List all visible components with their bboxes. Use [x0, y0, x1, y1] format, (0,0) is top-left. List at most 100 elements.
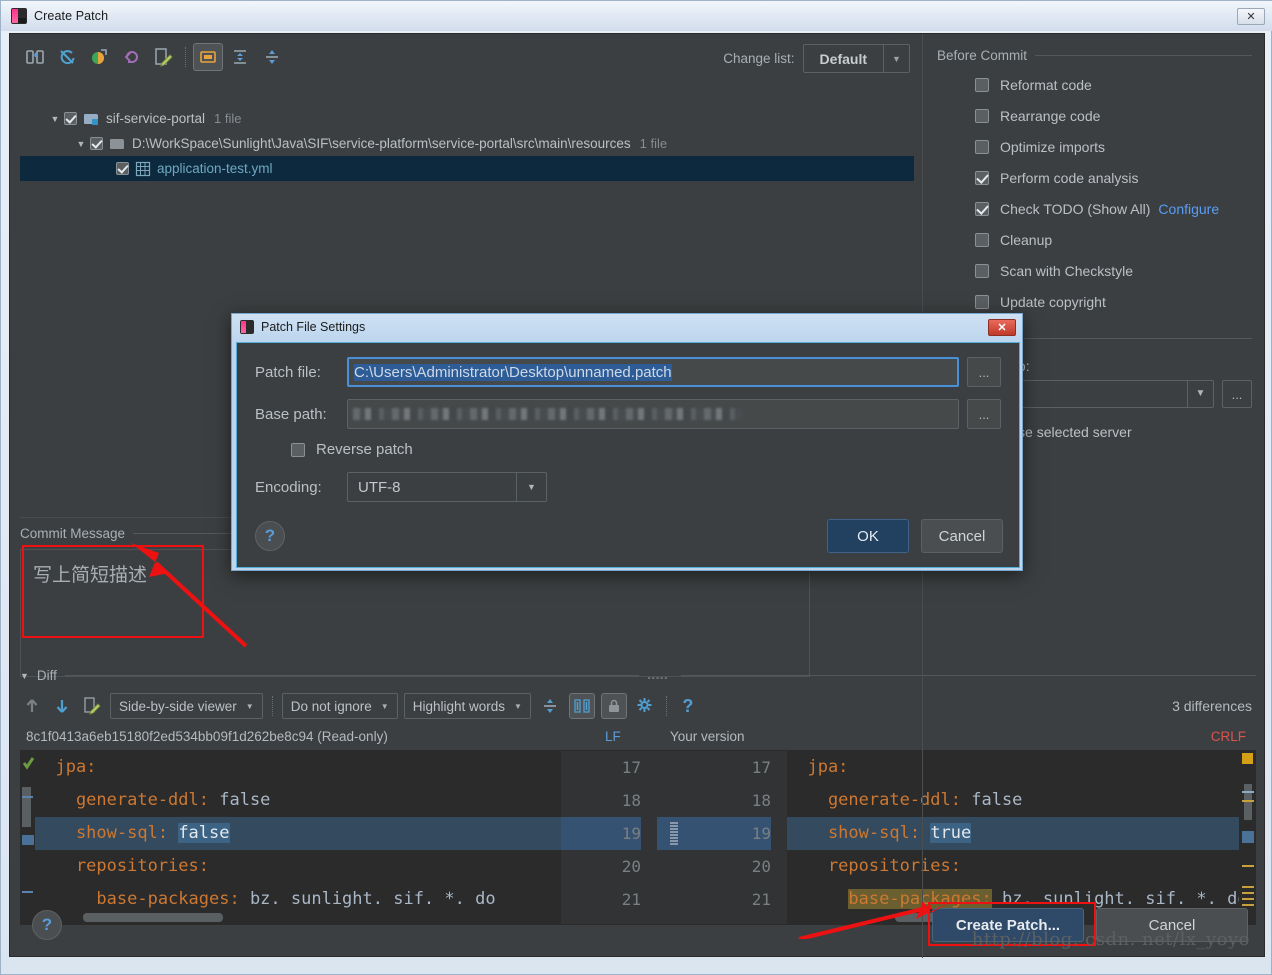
- revert-icon[interactable]: [84, 43, 114, 71]
- settings-gear-icon[interactable]: [633, 694, 657, 718]
- checkbox[interactable]: [975, 139, 989, 154]
- resize-grip[interactable]: ▪▪▪▪▪: [647, 673, 673, 679]
- help-question-icon[interactable]: ?: [676, 694, 700, 718]
- checkbox[interactable]: [975, 201, 989, 216]
- checkbox-label: Rearrange code: [1000, 107, 1101, 124]
- checkbox[interactable]: [975, 232, 989, 247]
- patch-file-value: C:\Users\Administrator\Desktop\unnamed.p…: [354, 363, 672, 381]
- show-diff-icon[interactable]: [20, 43, 50, 71]
- chevron-down-icon[interactable]: ▼: [381, 702, 389, 711]
- chevron-down-icon[interactable]: ▼: [246, 702, 254, 711]
- checkbox[interactable]: [975, 263, 989, 278]
- next-difference-icon[interactable]: [50, 694, 74, 718]
- chevron-down-icon[interactable]: ▼: [514, 702, 522, 711]
- watermark: http://blog. csdn. net/lx_yoyo: [971, 929, 1250, 950]
- highlight-mode-value: Highlight words: [412, 698, 505, 714]
- checkbox-label: Scan with Checkstyle: [1000, 262, 1134, 279]
- tree-row[interactable]: ▼ D:\WorkSpace\Sunlight\Java\SIF\service…: [20, 131, 914, 156]
- browse-server-button[interactable]: ...: [1222, 380, 1252, 408]
- window-title: Create Patch: [34, 9, 109, 23]
- checkbox-cleanup[interactable]: Cleanup: [937, 224, 1252, 255]
- tree-checkbox[interactable]: [116, 162, 129, 175]
- browse-patch-file-button[interactable]: ...: [967, 357, 1001, 387]
- refresh-icon[interactable]: [52, 43, 82, 71]
- chevron-down-icon[interactable]: ▼: [20, 671, 29, 681]
- checkbox-reformat-code[interactable]: Reformat code: [937, 69, 1252, 100]
- chevron-down-icon[interactable]: ▼: [72, 139, 90, 149]
- edit-source-icon[interactable]: [80, 694, 104, 718]
- chevron-down-icon[interactable]: ▼: [883, 45, 909, 72]
- previous-difference-icon[interactable]: [20, 694, 44, 718]
- close-icon[interactable]: ✕: [1237, 8, 1265, 25]
- tree-checkbox[interactable]: [90, 137, 103, 150]
- tree-row[interactable]: application-test.yml: [20, 156, 914, 181]
- modal-body: Patch file: C:\Users\Administrator\Deskt…: [236, 342, 1020, 568]
- base-path-input[interactable]: [347, 399, 959, 429]
- help-question-icon[interactable]: ?: [255, 521, 285, 551]
- left-code-pane[interactable]: jpa: generate-ddl: false show-sql: false…: [35, 751, 561, 924]
- read-only-lock-icon[interactable]: [600, 693, 627, 719]
- checkbox-label: Update copyright: [1000, 293, 1106, 310]
- ok-button[interactable]: OK: [827, 519, 909, 553]
- chevron-down-icon[interactable]: ▼: [46, 114, 64, 124]
- collapse-unchanged-icon[interactable]: [537, 693, 563, 719]
- line-number: 17: [751, 758, 771, 777]
- intellij-icon: [11, 8, 27, 24]
- chevron-down-icon[interactable]: ▼: [516, 473, 546, 501]
- checkbox-optimize-imports[interactable]: Optimize imports: [937, 131, 1252, 162]
- rollback-icon[interactable]: [116, 43, 146, 71]
- patch-file-input[interactable]: C:\Users\Administrator\Desktop\unnamed.p…: [347, 357, 959, 387]
- expand-all-icon[interactable]: [225, 43, 255, 71]
- browse-base-path-button[interactable]: ...: [967, 399, 1001, 429]
- toolbar-separator: [665, 696, 667, 716]
- help-question-icon[interactable]: ?: [32, 910, 62, 940]
- checkbox-label: Optimize imports: [1000, 138, 1106, 155]
- tree-checkbox[interactable]: [64, 112, 77, 125]
- diff-viewer-mode-value: Side-by-side viewer: [119, 698, 237, 714]
- tree-row[interactable]: ▼ sif-service-portal 1 file: [20, 106, 914, 131]
- configure-link[interactable]: Configure: [1158, 201, 1219, 217]
- left-horizontal-scrollbar[interactable]: [83, 913, 223, 922]
- patch-file-label: Patch file:: [255, 363, 321, 381]
- close-icon[interactable]: ✕: [988, 319, 1016, 336]
- checkbox[interactable]: [975, 77, 989, 92]
- diff-splitter[interactable]: [657, 751, 691, 924]
- checkbox-label: Reverse patch: [316, 441, 413, 458]
- chevron-down-icon[interactable]: ▼: [1187, 381, 1213, 407]
- modal-cancel-button[interactable]: Cancel: [921, 519, 1003, 553]
- synchronize-scroll-icon[interactable]: [568, 693, 595, 719]
- checkbox[interactable]: [975, 170, 989, 185]
- collapse-all-icon[interactable]: [257, 43, 287, 71]
- changelist-combo[interactable]: Default ▼: [802, 44, 910, 73]
- line-number: 17: [621, 758, 641, 777]
- checkbox-reverse-patch[interactable]: Reverse patch: [291, 441, 1001, 458]
- checkbox-perform-code-analysis[interactable]: Perform code analysis: [937, 162, 1252, 193]
- line-number: 20: [751, 857, 771, 876]
- line-number: 21: [751, 890, 771, 909]
- encoding-combo[interactable]: UTF-8 ▼: [347, 472, 547, 502]
- whitespace-mode-combo[interactable]: Do not ignore ▼: [281, 693, 398, 719]
- changes-toolbar: [20, 40, 287, 74]
- tree-row-label: sif-service-portal: [106, 111, 206, 126]
- diff-viewer-mode-combo[interactable]: Side-by-side viewer ▼: [110, 693, 263, 719]
- changelist-selector: Change list: Default ▼: [723, 44, 910, 73]
- code-line: generate-ddl: false: [35, 790, 271, 810]
- edit-source-icon[interactable]: [148, 43, 178, 71]
- modal-buttons: OK Cancel: [827, 519, 1003, 553]
- checkbox[interactable]: [975, 294, 989, 309]
- code-line: base-packages: bz. sunlight. sif. *. do: [35, 889, 496, 909]
- checkbox-rearrange-code[interactable]: Rearrange code: [937, 100, 1252, 131]
- base-path-redacted-value: [353, 408, 743, 420]
- checkbox-scan-with-checkstyle[interactable]: Scan with Checkstyle: [937, 255, 1252, 286]
- highlight-mode-combo[interactable]: Highlight words ▼: [403, 693, 531, 719]
- checkbox[interactable]: [975, 108, 989, 123]
- group-by-directory-icon[interactable]: [193, 43, 223, 71]
- checkbox-check-todo[interactable]: Check TODO (Show All) Configure: [937, 193, 1252, 224]
- diff-title: Diff: [36, 668, 57, 683]
- code-line: repositories:: [35, 856, 209, 876]
- modal-title: Patch File Settings: [261, 320, 366, 334]
- code-line: show-sql: false: [35, 817, 561, 850]
- base-path-label: Base path:: [255, 405, 327, 423]
- checkbox-label: Perform code analysis: [1000, 169, 1139, 186]
- checkbox[interactable]: [291, 442, 305, 457]
